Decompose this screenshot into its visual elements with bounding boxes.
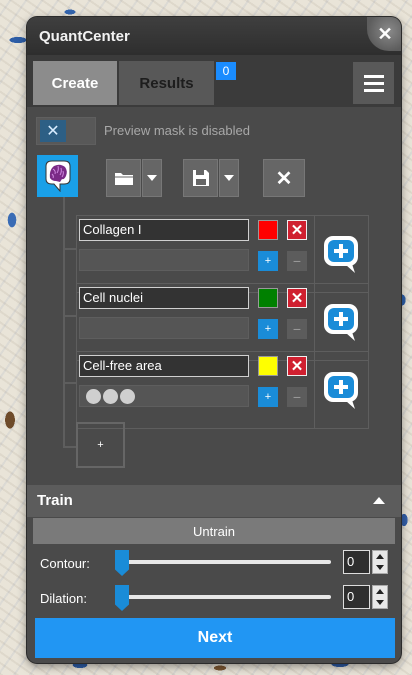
chevron-up-icon [373,497,385,504]
train-title: Train [37,492,73,509]
add-region-icon [324,304,358,341]
spin-up-icon[interactable] [376,554,384,559]
spin-down-icon[interactable] [376,565,384,570]
train-section-header[interactable]: Train [27,485,401,517]
remove-sublabel-button[interactable]: − [287,319,307,339]
delete-label-button[interactable]: ✕ [287,356,307,376]
contour-slider-track[interactable] [115,560,331,564]
label-item: Collagen I ✕ + − [76,215,369,293]
title-bar[interactable]: QuantCenter ✕ [27,17,401,55]
open-folder-button[interactable] [106,159,141,197]
delete-label-button[interactable]: ✕ [287,220,307,240]
tab-create[interactable]: Create [33,61,117,105]
contour-spinner[interactable] [372,550,388,574]
label-color-swatch[interactable] [258,356,278,376]
results-count-badge: 0 [216,62,236,80]
chevron-down-icon [224,175,234,181]
contour-label: Contour: [40,556,90,571]
label-name-field[interactable]: Collagen I [79,219,249,241]
hamburger-icon [363,74,384,78]
tissue-head-icon [45,160,70,192]
add-annotation-button[interactable] [314,284,369,360]
dilation-slider-row: Dilation: 0 [27,583,401,613]
add-annotation-button[interactable] [314,216,369,292]
preview-mask-row: ✕ Preview mask is disabled [36,115,306,146]
window-title: QuantCenter [39,28,130,45]
add-annotation-button[interactable] [314,352,369,428]
spin-up-icon[interactable] [376,589,384,594]
add-region-icon [324,372,358,409]
tree-connector [63,382,77,384]
untrain-button[interactable]: Untrain [33,518,395,544]
preview-mask-toggle[interactable]: ✕ [36,116,96,145]
folder-icon [114,173,133,185]
x-icon: ✕ [40,119,66,142]
label-item: Cell nuclei ✕ + − [76,283,369,361]
app-logo-button[interactable] [37,155,78,197]
close-icon: ✕ [290,290,304,307]
label-item: Cell-free area ✕ + − [76,351,369,429]
sublabel-dots-icon [86,389,135,404]
quantcenter-panel: QuantCenter ✕ Create Results 0 ✕ Preview… [27,17,401,663]
remove-sublabel-button[interactable]: − [287,251,307,271]
preview-mask-label: Preview mask is disabled [104,123,250,138]
contour-slider-thumb[interactable] [115,550,129,576]
add-sublabel-button[interactable]: + [258,251,278,271]
menu-button[interactable] [353,62,394,104]
add-sublabel-button[interactable]: + [258,387,278,407]
save-dropdown-button[interactable] [219,159,239,197]
label-name-field[interactable]: Cell-free area [79,355,249,377]
spin-down-icon[interactable] [376,600,384,605]
tree-connector [63,315,77,317]
label-sublabel-field[interactable] [79,385,249,407]
label-sublabel-field[interactable] [79,317,249,339]
tree-connector [63,248,77,250]
x-icon: ✕ [275,167,293,190]
dilation-value-input[interactable]: 0 [343,585,370,609]
dilation-slider-thumb[interactable] [115,585,129,611]
tab-bar: Create Results 0 [27,55,401,107]
add-region-icon [324,236,358,273]
next-button[interactable]: Next [35,618,395,658]
floppy-disk-icon [192,170,209,186]
delete-label-button[interactable]: ✕ [287,288,307,308]
save-button[interactable] [183,159,218,197]
label-color-swatch[interactable] [258,220,278,240]
dilation-slider-track[interactable] [115,595,331,599]
dilation-spinner[interactable] [372,585,388,609]
label-name-field[interactable]: Cell nuclei [79,287,249,309]
tree-connector [63,446,77,448]
close-icon: ✕ [377,23,393,44]
label-sublabel-field[interactable] [79,249,249,271]
add-sublabel-button[interactable]: + [258,319,278,339]
open-dropdown-button[interactable] [142,159,162,197]
dilation-label: Dilation: [40,591,87,606]
close-icon: ✕ [290,358,304,375]
remove-sublabel-button[interactable]: − [287,387,307,407]
add-label-button[interactable]: + [76,422,125,468]
close-icon: ✕ [290,222,304,239]
label-color-swatch[interactable] [258,288,278,308]
clear-button[interactable]: ✕ [263,159,305,197]
contour-value-input[interactable]: 0 [343,550,370,574]
chevron-down-icon [147,175,157,181]
tree-connector [63,197,65,448]
tab-results[interactable]: Results [119,61,214,105]
contour-slider-row: Contour: 0 [27,548,401,578]
close-button[interactable]: ✕ [367,17,401,51]
